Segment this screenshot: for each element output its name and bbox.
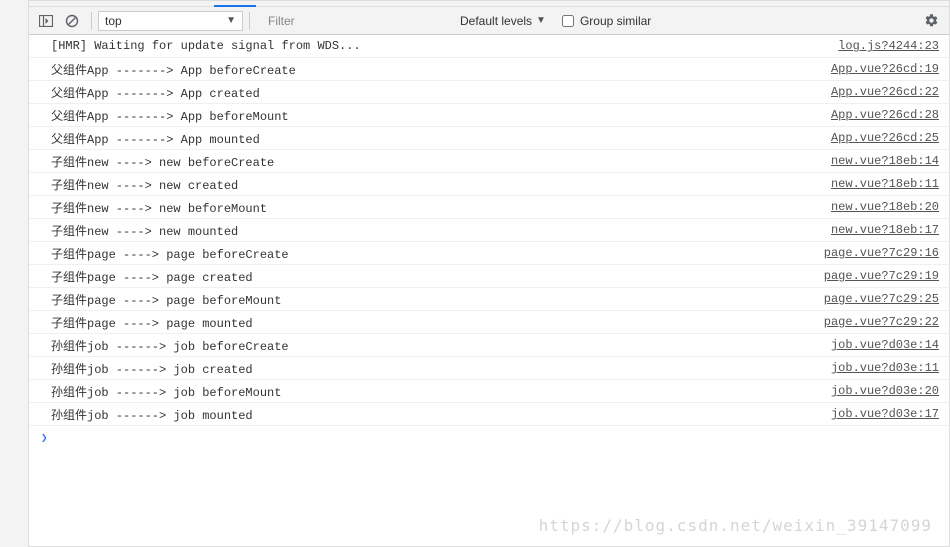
log-row: [HMR] Waiting for update signal from WDS…	[29, 35, 949, 58]
settings-button[interactable]	[917, 13, 945, 28]
filter-input[interactable]	[264, 11, 452, 31]
context-label: top	[105, 14, 122, 28]
context-selector[interactable]: top ▼	[98, 11, 243, 31]
log-message: 子组件new ----> new beforeCreate	[49, 153, 831, 170]
log-row: 孙组件job ------> job beforeCreatejob.vue?d…	[29, 334, 949, 357]
toggle-sidebar-button[interactable]	[33, 9, 59, 33]
log-message: 子组件page ----> page mounted	[49, 314, 824, 331]
log-row: 子组件page ----> page beforeMountpage.vue?7…	[29, 288, 949, 311]
log-source-link[interactable]: new.vue?18eb:11	[831, 177, 939, 191]
log-row: 子组件page ----> page createdpage.vue?7c29:…	[29, 265, 949, 288]
console-log-area[interactable]: [HMR] Waiting for update signal from WDS…	[29, 35, 949, 546]
group-similar-label: Group similar	[580, 14, 651, 28]
log-source-link[interactable]: page.vue?7c29:19	[824, 269, 939, 283]
log-message: 孙组件job ------> job beforeCreate	[49, 337, 831, 354]
log-row: 孙组件job ------> job createdjob.vue?d03e:1…	[29, 357, 949, 380]
tabstrip	[29, 1, 949, 7]
log-message: 子组件page ----> page created	[49, 268, 824, 285]
log-message: 父组件App -------> App created	[49, 84, 831, 101]
log-source-link[interactable]: job.vue?d03e:14	[831, 338, 939, 352]
log-source-link[interactable]: App.vue?26cd:28	[831, 108, 939, 122]
prompt-caret-icon: ❯	[41, 431, 48, 444]
log-source-link[interactable]: job.vue?d03e:17	[831, 407, 939, 421]
log-row: 子组件new ----> new beforeMountnew.vue?18eb…	[29, 196, 949, 219]
active-tab-indicator	[214, 5, 256, 7]
chevron-down-icon: ▼	[226, 15, 236, 26]
log-row: 子组件new ----> new mountednew.vue?18eb:17	[29, 219, 949, 242]
separator	[249, 12, 250, 30]
log-row: 孙组件job ------> job mountedjob.vue?d03e:1…	[29, 403, 949, 426]
log-source-link[interactable]: new.vue?18eb:17	[831, 223, 939, 237]
log-row: 父组件App -------> App beforeMountApp.vue?2…	[29, 104, 949, 127]
watermark: https://blog.csdn.net/weixin_39147099	[539, 516, 932, 535]
log-message: 子组件page ----> page beforeCreate	[49, 245, 824, 262]
log-row: 孙组件job ------> job beforeMountjob.vue?d0…	[29, 380, 949, 403]
log-source-link[interactable]: page.vue?7c29:22	[824, 315, 939, 329]
clear-console-button[interactable]	[59, 9, 85, 33]
log-source-link[interactable]: job.vue?d03e:11	[831, 361, 939, 375]
log-row: 子组件new ----> new creatednew.vue?18eb:11	[29, 173, 949, 196]
log-message: 子组件new ----> new created	[49, 176, 831, 193]
levels-label: Default levels	[460, 14, 532, 28]
log-message: 子组件new ----> new beforeMount	[49, 199, 831, 216]
group-similar-checkbox[interactable]	[562, 15, 574, 27]
chevron-down-icon: ▼	[536, 15, 546, 26]
devtools-console: top ▼ Default levels ▼ Group similar [HM…	[28, 0, 950, 547]
log-row: 父组件App -------> App mountedApp.vue?26cd:…	[29, 127, 949, 150]
log-source-link[interactable]: App.vue?26cd:22	[831, 85, 939, 99]
log-row: 子组件new ----> new beforeCreatenew.vue?18e…	[29, 150, 949, 173]
group-similar-toggle[interactable]: Group similar	[562, 14, 651, 28]
log-source-link[interactable]: new.vue?18eb:14	[831, 154, 939, 168]
log-message: 父组件App -------> App mounted	[49, 130, 831, 147]
log-message: 孙组件job ------> job beforeMount	[49, 383, 831, 400]
log-message: [HMR] Waiting for update signal from WDS…	[49, 39, 838, 53]
separator	[91, 12, 92, 30]
log-message: 子组件page ----> page beforeMount	[49, 291, 824, 308]
log-source-link[interactable]: page.vue?7c29:25	[824, 292, 939, 306]
console-toolbar: top ▼ Default levels ▼ Group similar	[29, 7, 949, 35]
log-source-link[interactable]: App.vue?26cd:25	[831, 131, 939, 145]
log-source-link[interactable]: log.js?4244:23	[838, 39, 939, 53]
log-row: 子组件page ----> page beforeCreatepage.vue?…	[29, 242, 949, 265]
log-source-link[interactable]: App.vue?26cd:19	[831, 62, 939, 76]
log-row: 父组件App -------> App createdApp.vue?26cd:…	[29, 81, 949, 104]
log-message: 孙组件job ------> job mounted	[49, 406, 831, 423]
console-prompt[interactable]: ❯	[29, 426, 949, 448]
log-source-link[interactable]: new.vue?18eb:20	[831, 200, 939, 214]
log-row: 父组件App -------> App beforeCreateApp.vue?…	[29, 58, 949, 81]
gear-icon	[924, 13, 939, 28]
log-message: 子组件new ----> new mounted	[49, 222, 831, 239]
log-source-link[interactable]: page.vue?7c29:16	[824, 246, 939, 260]
log-message: 父组件App -------> App beforeCreate	[49, 61, 831, 78]
log-source-link[interactable]: job.vue?d03e:20	[831, 384, 939, 398]
levels-selector[interactable]: Default levels ▼	[452, 14, 554, 28]
log-row: 子组件page ----> page mountedpage.vue?7c29:…	[29, 311, 949, 334]
log-message: 父组件App -------> App beforeMount	[49, 107, 831, 124]
log-message: 孙组件job ------> job created	[49, 360, 831, 377]
